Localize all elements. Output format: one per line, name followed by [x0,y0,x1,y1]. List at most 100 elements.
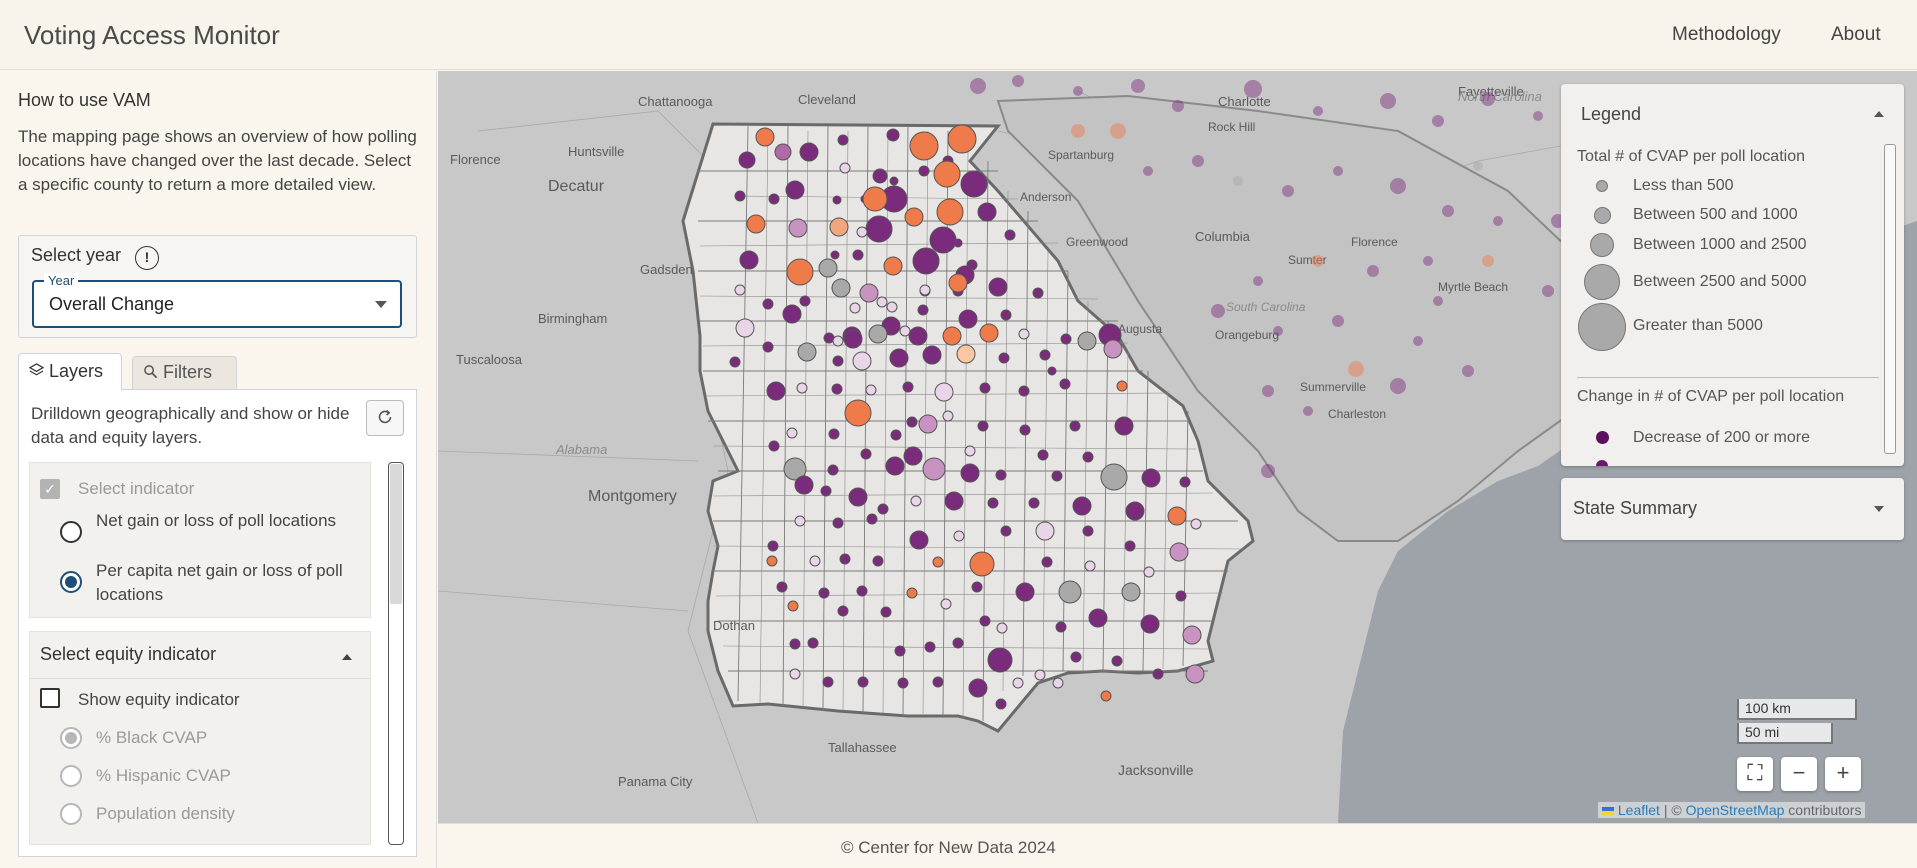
map-marker [953,530,965,542]
caret-down-icon[interactable] [1874,506,1884,512]
legend-size-item: Between 2500 and 5000 [1633,273,1807,290]
map-marker [1482,255,1494,267]
map-marker [1073,86,1083,96]
indicator-card: ✓ Select indicator Net gain or loss of p… [29,462,371,618]
year-value: Overall Change [49,294,175,314]
osm-link[interactable]: OpenStreetMap [1686,802,1785,818]
map-marker [922,457,946,481]
map-marker [1175,590,1187,602]
map-marker [906,416,918,428]
map-marker [1233,176,1243,186]
legend-title[interactable]: Legend [1581,104,1641,125]
legend-size-item: Between 1000 and 2500 [1633,236,1807,253]
map-marker [865,384,877,396]
tab-layers[interactable]: Layers [18,353,122,391]
option-per-capita-label[interactable]: Per capita net gain or loss of poll loca… [96,559,356,607]
map-marker [832,517,844,529]
map-marker [832,195,842,205]
nav-about[interactable]: About [1831,24,1881,46]
legend-size-circle [1594,207,1611,224]
zoom-in-button[interactable]: + [1825,757,1861,791]
legend-size-circle [1590,233,1614,257]
map-label-north-carolina: North Carolina [1458,89,1542,104]
map-marker [1185,664,1205,684]
map-marker [1182,625,1202,645]
map-label-orangeburg: Orangeburg [1215,328,1279,342]
scale-mi: 50 mi [1737,723,1833,744]
map-marker [1533,111,1543,121]
map-marker [1028,497,1040,509]
map-marker [1004,229,1016,241]
option-net-gain-label[interactable]: Net gain or loss of poll locations [96,509,356,533]
state-summary-panel[interactable]: State Summary [1561,478,1904,540]
layers-scroll-area[interactable]: ✓ Select indicator Net gain or loss of p… [29,462,371,845]
map-marker [1423,256,1433,266]
equity-title[interactable]: Select equity indicator [40,642,216,666]
legend-panel: Legend Total # of CVAP per poll location… [1561,84,1904,466]
map-marker [909,131,939,161]
year-select[interactable]: Year Overall Change [32,273,402,328]
map-marker [856,226,868,238]
map-marker [919,284,931,296]
year-field-label: Year [44,273,79,288]
fullscreen-button[interactable]: ⛶ [1737,757,1773,791]
footer-text: © Center for New Data 2024 [841,838,1056,857]
map-marker [832,355,844,367]
map-marker [964,445,976,457]
map-marker [1055,621,1067,633]
reset-button[interactable] [366,400,404,436]
map-marker [1143,166,1153,176]
map-marker [776,581,788,593]
map-marker [796,382,808,394]
layers-scrollbar[interactable] [388,462,404,845]
map-label-florence: Florence [450,152,501,167]
map-label-alabama: Alabama [555,442,607,457]
year-section: Select year ! Year Overall Change [18,235,417,338]
map-marker [979,382,991,394]
map-marker [889,348,909,368]
map-marker [848,487,868,507]
map-marker [829,217,849,237]
tab-filters[interactable]: Filters [132,356,237,390]
radio-hispanic-cvap [60,765,82,787]
map-marker [1111,655,1123,667]
map-marker [787,600,799,612]
map-marker [767,540,779,552]
leaflet-link[interactable]: Leaflet [1618,802,1660,818]
year-section-label: Select year [31,245,122,265]
equity-checkbox[interactable] [40,688,60,708]
zoom-out-button[interactable]: − [1781,757,1817,791]
map-label-anderson: Anderson [1020,190,1071,204]
top-bar: Voting Access Monitor Methodology About [0,0,1917,70]
caret-up-icon[interactable] [1874,111,1884,117]
map-marker [866,513,878,525]
show-equity-label[interactable]: Show equity indicator [78,688,240,712]
map-marker [988,277,1008,297]
map-marker [788,218,808,238]
legend-scrollbar[interactable] [1884,144,1896,454]
map-marker [1012,677,1024,689]
attribution-suffix: contributors [1788,802,1862,818]
map-marker [908,326,928,346]
radio-net-gain[interactable] [60,521,82,543]
nav-methodology[interactable]: Methodology [1672,24,1781,46]
map-marker [1169,542,1189,562]
info-icon[interactable]: ! [135,246,159,270]
state-summary-title[interactable]: State Summary [1573,498,1697,519]
map-marker [890,429,902,441]
map-marker [789,638,801,650]
caret-up-icon[interactable] [342,654,352,660]
map-marker [1493,216,1503,226]
map-marker [844,399,872,427]
map-marker [1261,464,1275,478]
footer: © Center for New Data 2024 [438,823,1917,868]
scale-km: 100 km [1737,699,1857,720]
scroll-thumb[interactable] [390,464,402,604]
map-marker [1348,361,1364,377]
radio-per-capita[interactable] [60,571,82,593]
map-marker [734,190,746,202]
map-marker [1253,276,1263,286]
legend-size-title: Total # of CVAP per poll location [1577,148,1805,165]
map-marker [857,676,869,688]
map-marker [971,581,983,593]
